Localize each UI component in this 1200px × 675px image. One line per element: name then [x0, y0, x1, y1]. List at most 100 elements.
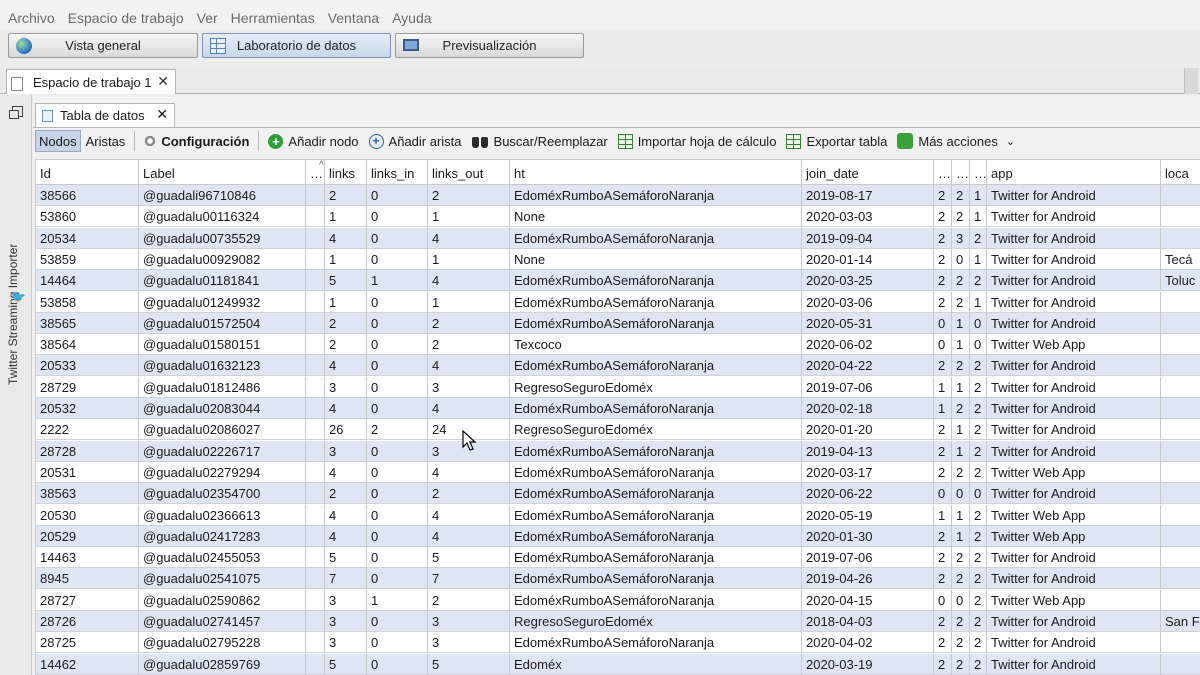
overview-button[interactable]: Vista general [8, 33, 198, 58]
cell-join-date[interactable]: 2019-04-26 [802, 568, 934, 590]
menu-ver[interactable]: Ver [195, 10, 220, 26]
cell-ht[interactable]: EdoméxRumboASemáforoNaranja [510, 504, 802, 526]
cell-col-hidden-d[interactable]: 0 [970, 312, 987, 334]
cell-links-in[interactable]: 0 [367, 568, 428, 590]
cell-ht[interactable]: None [510, 248, 802, 270]
cell-location[interactable]: Toluc [1161, 270, 1200, 291]
cell-col-hidden-c[interactable]: 2 [952, 398, 970, 419]
cell-col-hidden-a[interactable] [306, 398, 325, 419]
cell-ht[interactable]: EdoméxRumboASemáforoNaranja [510, 632, 802, 654]
cell-ht[interactable]: EdoméxRumboASemáforoNaranja [510, 568, 802, 590]
cell-col-hidden-d[interactable]: 2 [970, 227, 987, 249]
cell-id[interactable]: 14462 [36, 653, 139, 675]
cell-join-date[interactable]: 2020-04-15 [802, 589, 934, 611]
cell-ht[interactable]: EdoméxRumboASemáforoNaranja [510, 291, 802, 313]
cell-col-hidden-a[interactable] [306, 376, 325, 398]
column-header-links-out[interactable]: links_out [428, 160, 510, 185]
cell-join-date[interactable]: 2020-05-31 [802, 312, 934, 334]
cell-app[interactable]: Twitter for Android [987, 547, 1161, 569]
cell-ht[interactable]: EdoméxRumboASemáforoNaranja [510, 355, 802, 377]
cell-links-out[interactable]: 4 [428, 227, 510, 249]
table-row[interactable]: 20531 @guadalu02279294 4 0 4 EdoméxRumboASemá… [36, 461, 1200, 483]
cell-links-in[interactable]: 2 [367, 419, 428, 441]
cell-app[interactable]: Twitter for Android [987, 355, 1161, 377]
cell-links-in[interactable]: 0 [367, 653, 428, 675]
cell-id[interactable]: 38565 [36, 312, 139, 334]
cell-links[interactable]: 3 [325, 611, 367, 632]
cell-col-hidden-d[interactable]: 0 [970, 334, 987, 356]
cell-id[interactable]: 53859 [36, 248, 139, 270]
cell-col-hidden-a[interactable] [306, 589, 325, 611]
cell-app[interactable]: Twitter for Android [987, 206, 1161, 228]
workspace-tab[interactable]: Espacio de trabajo 1 ✕ [6, 69, 176, 94]
cell-ht[interactable]: EdoméxRumboASemáforoNaranja [510, 547, 802, 569]
cell-col-hidden-c[interactable]: 2 [952, 611, 970, 632]
cell-col-hidden-d[interactable]: 2 [970, 547, 987, 569]
cell-join-date[interactable]: 2019-08-17 [802, 185, 934, 206]
menu-ayuda[interactable]: Ayuda [390, 10, 433, 26]
table-row[interactable]: 53860 @guadalu00116324 1 0 1 None 2020-03-03 2 2… [36, 206, 1200, 228]
cell-ht[interactable]: Edoméx [510, 653, 802, 675]
cell-col-hidden-d[interactable]: 2 [970, 632, 987, 654]
cell-label[interactable]: @guadalu02366613 [139, 504, 306, 526]
cell-col-hidden-b[interactable]: 1 [934, 504, 952, 526]
cell-location[interactable] [1161, 313, 1200, 334]
cell-label[interactable]: @guadalu00929082 [139, 248, 306, 270]
cell-col-hidden-d[interactable]: 1 [970, 291, 987, 313]
table-row[interactable]: 14463 @guadalu02455053 5 0 5 EdoméxRumboASemá… [36, 547, 1200, 569]
cell-id[interactable]: 14464 [36, 270, 139, 292]
cell-col-hidden-d[interactable]: 2 [970, 419, 987, 441]
restore-window-icon[interactable] [9, 106, 23, 119]
cell-app[interactable]: Twitter for Android [987, 376, 1161, 398]
cell-location[interactable] [1161, 483, 1200, 504]
cell-join-date[interactable]: 2020-06-02 [802, 334, 934, 356]
cell-join-date[interactable]: 2020-02-18 [802, 398, 934, 419]
cell-label[interactable]: @guadalu02226717 [139, 440, 306, 462]
cell-col-hidden-d[interactable]: 1 [970, 185, 987, 206]
cell-col-hidden-b[interactable]: 0 [934, 483, 952, 505]
cell-app[interactable]: Twitter for Android [987, 568, 1161, 590]
cell-join-date[interactable]: 2018-04-03 [802, 611, 934, 632]
more-actions-button[interactable]: Más acciones ⌄ [892, 129, 1020, 153]
cell-col-hidden-b[interactable]: 1 [934, 376, 952, 398]
cell-col-hidden-c[interactable]: 2 [952, 653, 970, 675]
cell-label[interactable]: @guadalu02354700 [139, 483, 306, 505]
cell-links-out[interactable]: 3 [428, 611, 510, 632]
cell-id[interactable]: 38563 [36, 483, 139, 505]
cell-col-hidden-c[interactable]: 2 [952, 547, 970, 569]
cell-ht[interactable]: EdoméxRumboASemáforoNaranja [510, 461, 802, 483]
cell-col-hidden-b[interactable]: 2 [934, 185, 952, 206]
cell-links-in[interactable]: 0 [367, 632, 428, 654]
cell-col-hidden-b[interactable]: 2 [934, 248, 952, 270]
close-icon[interactable]: ✕ [157, 73, 169, 90]
cell-links-in[interactable]: 0 [367, 440, 428, 462]
cell-links-out[interactable]: 2 [428, 483, 510, 505]
cell-app[interactable]: Twitter for Android [987, 227, 1161, 249]
cell-links-in[interactable]: 0 [367, 376, 428, 398]
cell-join-date[interactable]: 2020-03-17 [802, 461, 934, 483]
cell-col-hidden-a[interactable] [306, 312, 325, 334]
cell-label[interactable]: @guadalu00116324 [139, 206, 306, 228]
cell-links-in[interactable]: 0 [367, 291, 428, 313]
cell-col-hidden-b[interactable]: 0 [934, 334, 952, 356]
cell-app[interactable]: Twitter for Android [987, 270, 1161, 292]
cell-links-in[interactable]: 0 [367, 483, 428, 505]
cell-col-hidden-d[interactable]: 2 [970, 568, 987, 590]
search-replace-button[interactable]: Buscar/Reemplazar [467, 129, 613, 153]
cell-links[interactable]: 1 [325, 291, 367, 313]
table-row[interactable]: 38565 @guadalu01572504 2 0 2 EdoméxRumboASemá… [36, 312, 1200, 334]
table-row[interactable]: 38563 @guadalu02354700 2 0 2 EdoméxRumboASemá… [36, 483, 1200, 505]
cell-col-hidden-c[interactable]: 1 [952, 376, 970, 398]
cell-links-in[interactable]: 0 [367, 185, 428, 206]
cell-links[interactable]: 4 [325, 398, 367, 419]
cell-col-hidden-a[interactable] [306, 185, 325, 206]
cell-col-hidden-b[interactable]: 2 [934, 653, 952, 675]
cell-col-hidden-c[interactable]: 2 [952, 568, 970, 590]
cell-app[interactable]: Twitter Web App [987, 525, 1161, 547]
cell-links-in[interactable]: 0 [367, 547, 428, 569]
cell-ht[interactable]: RegresoSeguroEdoméx [510, 376, 802, 398]
cell-label[interactable]: @guadalu02086027 [139, 419, 306, 441]
table-row[interactable]: 28729 @guadalu01812486 3 0 3 RegresoSeguroEdo… [36, 376, 1200, 398]
cell-links[interactable]: 3 [325, 440, 367, 462]
cell-col-hidden-c[interactable]: 1 [952, 312, 970, 334]
